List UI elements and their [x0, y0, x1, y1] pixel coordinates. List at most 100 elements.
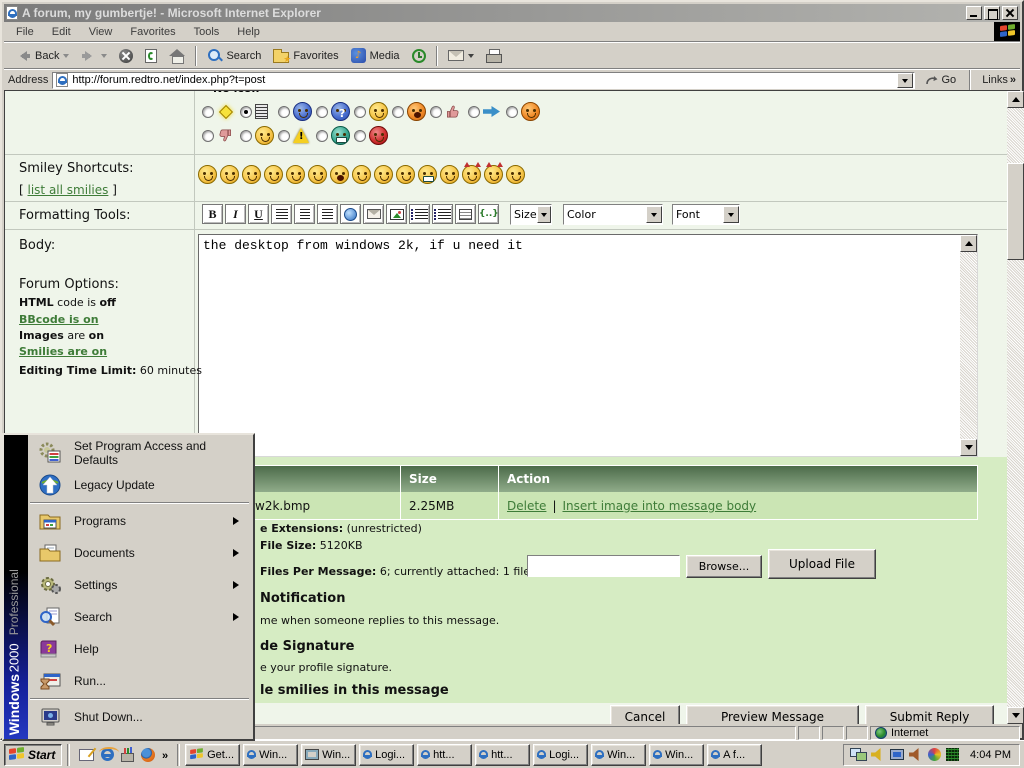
address-input[interactable]: http://forum.redtro.net/index.php?t=post: [52, 72, 914, 89]
audio-device-icon[interactable]: [909, 748, 923, 761]
menu-item-run[interactable]: Run...: [28, 665, 251, 697]
message-icon-option[interactable]: [240, 126, 278, 145]
smiley-bigsmile-icon[interactable]: [352, 165, 371, 184]
smiley-huh-icon[interactable]: [440, 165, 459, 184]
radio-button[interactable]: [354, 130, 366, 142]
list-all-smilies-link[interactable]: list all smilies: [28, 183, 109, 197]
radio-button[interactable]: [468, 106, 480, 118]
radio-button[interactable]: [316, 130, 328, 142]
textarea-scrollbar[interactable]: [960, 235, 977, 456]
mail-button[interactable]: [443, 47, 479, 64]
smiley-ohmy-icon[interactable]: [330, 165, 349, 184]
network-activity-icon[interactable]: [946, 748, 959, 761]
color-dropdown-icon[interactable]: [646, 206, 662, 223]
smiley-rolleyes-icon[interactable]: [506, 165, 525, 184]
message-icon-option[interactable]: [316, 126, 354, 145]
align-right-button[interactable]: [317, 204, 338, 224]
radio-button[interactable]: [202, 106, 214, 118]
links-button[interactable]: Links: [978, 74, 1020, 86]
message-icon-option[interactable]: [316, 102, 354, 121]
forward-button[interactable]: [76, 47, 112, 65]
radio-button[interactable]: [316, 106, 328, 118]
insert-image-link[interactable]: Insert image into message body: [562, 499, 756, 513]
radio-button[interactable]: [278, 130, 290, 142]
start-button[interactable]: Start: [4, 744, 62, 766]
show-desktop-icon[interactable]: [79, 749, 94, 761]
font-select[interactable]: Font: [672, 204, 740, 225]
back-button[interactable]: Back: [10, 47, 74, 65]
menu-item-legacy-update[interactable]: Legacy Update: [28, 469, 251, 501]
radio-button[interactable]: [202, 130, 214, 142]
submit-reply-button[interactable]: Submit Reply: [865, 705, 994, 724]
smiley-devil-icon[interactable]: [462, 165, 481, 184]
task-button[interactable]: Logi...: [359, 744, 414, 766]
message-icon-option[interactable]: [392, 102, 430, 121]
refresh-button[interactable]: [140, 46, 162, 66]
bullet-list-button[interactable]: [432, 204, 453, 224]
task-button[interactable]: Logi...: [533, 744, 588, 766]
search-button[interactable]: Search: [202, 45, 266, 66]
more-toolbars-icon[interactable]: [162, 746, 168, 764]
link-button[interactable]: [340, 204, 361, 224]
task-button[interactable]: Win...: [301, 744, 356, 766]
size-select[interactable]: Size: [510, 204, 552, 225]
go-button[interactable]: Go: [919, 74, 963, 86]
task-button[interactable]: Get...: [185, 744, 240, 766]
smiley-unsure-icon[interactable]: [308, 165, 327, 184]
menu-item-documents[interactable]: Documents: [28, 537, 251, 569]
message-icon-option[interactable]: [354, 102, 392, 121]
home-button[interactable]: [164, 46, 190, 66]
code-button[interactable]: {..}: [478, 204, 499, 224]
menu-file[interactable]: File: [8, 24, 42, 40]
message-icon-option[interactable]: [354, 126, 392, 145]
forward-dropdown-icon[interactable]: [101, 54, 107, 61]
favorites-button[interactable]: Favorites: [268, 46, 343, 66]
email-button[interactable]: [363, 204, 384, 224]
restore-button[interactable]: [984, 6, 1000, 20]
history-button[interactable]: [407, 46, 431, 66]
radio-button[interactable]: [240, 130, 252, 142]
title-bar[interactable]: A forum, my gumbertje! - Microsoft Inter…: [4, 4, 1020, 22]
task-button[interactable]: htt...: [475, 744, 530, 766]
task-button-active-forum[interactable]: A f...: [707, 744, 762, 766]
message-icon-option[interactable]: [202, 128, 240, 143]
updates-icon[interactable]: [928, 748, 941, 761]
align-center-button[interactable]: [294, 204, 315, 224]
radio-button[interactable]: [506, 106, 518, 118]
volume-icon[interactable]: [871, 748, 885, 761]
align-left-button[interactable]: [271, 204, 292, 224]
ordered-list-button[interactable]: [409, 204, 430, 224]
desktop-tools-icon[interactable]: [121, 753, 134, 762]
size-dropdown-icon[interactable]: [537, 206, 551, 223]
message-icon-option[interactable]: [430, 104, 468, 119]
message-icon-option[interactable]: [506, 102, 544, 121]
italic-button[interactable]: I: [225, 204, 246, 224]
font-dropdown-icon[interactable]: [723, 206, 739, 223]
radio-button[interactable]: [392, 106, 404, 118]
scroll-up-button[interactable]: [1007, 91, 1024, 108]
menu-item-set-program-access[interactable]: Set Program Access and Defaults: [28, 437, 251, 469]
color-select[interactable]: Color: [563, 204, 663, 225]
menu-item-programs[interactable]: Programs: [28, 505, 251, 537]
message-icon-option[interactable]: [202, 103, 240, 121]
browse-button[interactable]: Browse...: [686, 555, 762, 578]
scroll-down-button[interactable]: [960, 439, 977, 456]
radio-button[interactable]: [278, 106, 290, 118]
smiley-neutral-icon[interactable]: [220, 165, 239, 184]
smiley-biggrin-icon[interactable]: [418, 165, 437, 184]
print-button[interactable]: [481, 46, 507, 66]
cancel-button[interactable]: Cancel: [610, 705, 680, 724]
task-button[interactable]: Win...: [591, 744, 646, 766]
smiley-laugh-icon[interactable]: [264, 165, 283, 184]
smiley-mellow-icon[interactable]: [374, 165, 393, 184]
page-scrollbar[interactable]: [1007, 91, 1024, 724]
minimize-button[interactable]: [966, 6, 982, 20]
file-upload-input[interactable]: [527, 555, 680, 577]
stop-button[interactable]: [114, 46, 138, 66]
menu-edit[interactable]: Edit: [44, 24, 79, 40]
bold-button[interactable]: B: [202, 204, 223, 224]
smiley-blush-icon[interactable]: [198, 165, 217, 184]
menu-help[interactable]: Help: [229, 24, 268, 40]
task-button[interactable]: Win...: [243, 744, 298, 766]
mail-dropdown-icon[interactable]: [468, 54, 474, 61]
